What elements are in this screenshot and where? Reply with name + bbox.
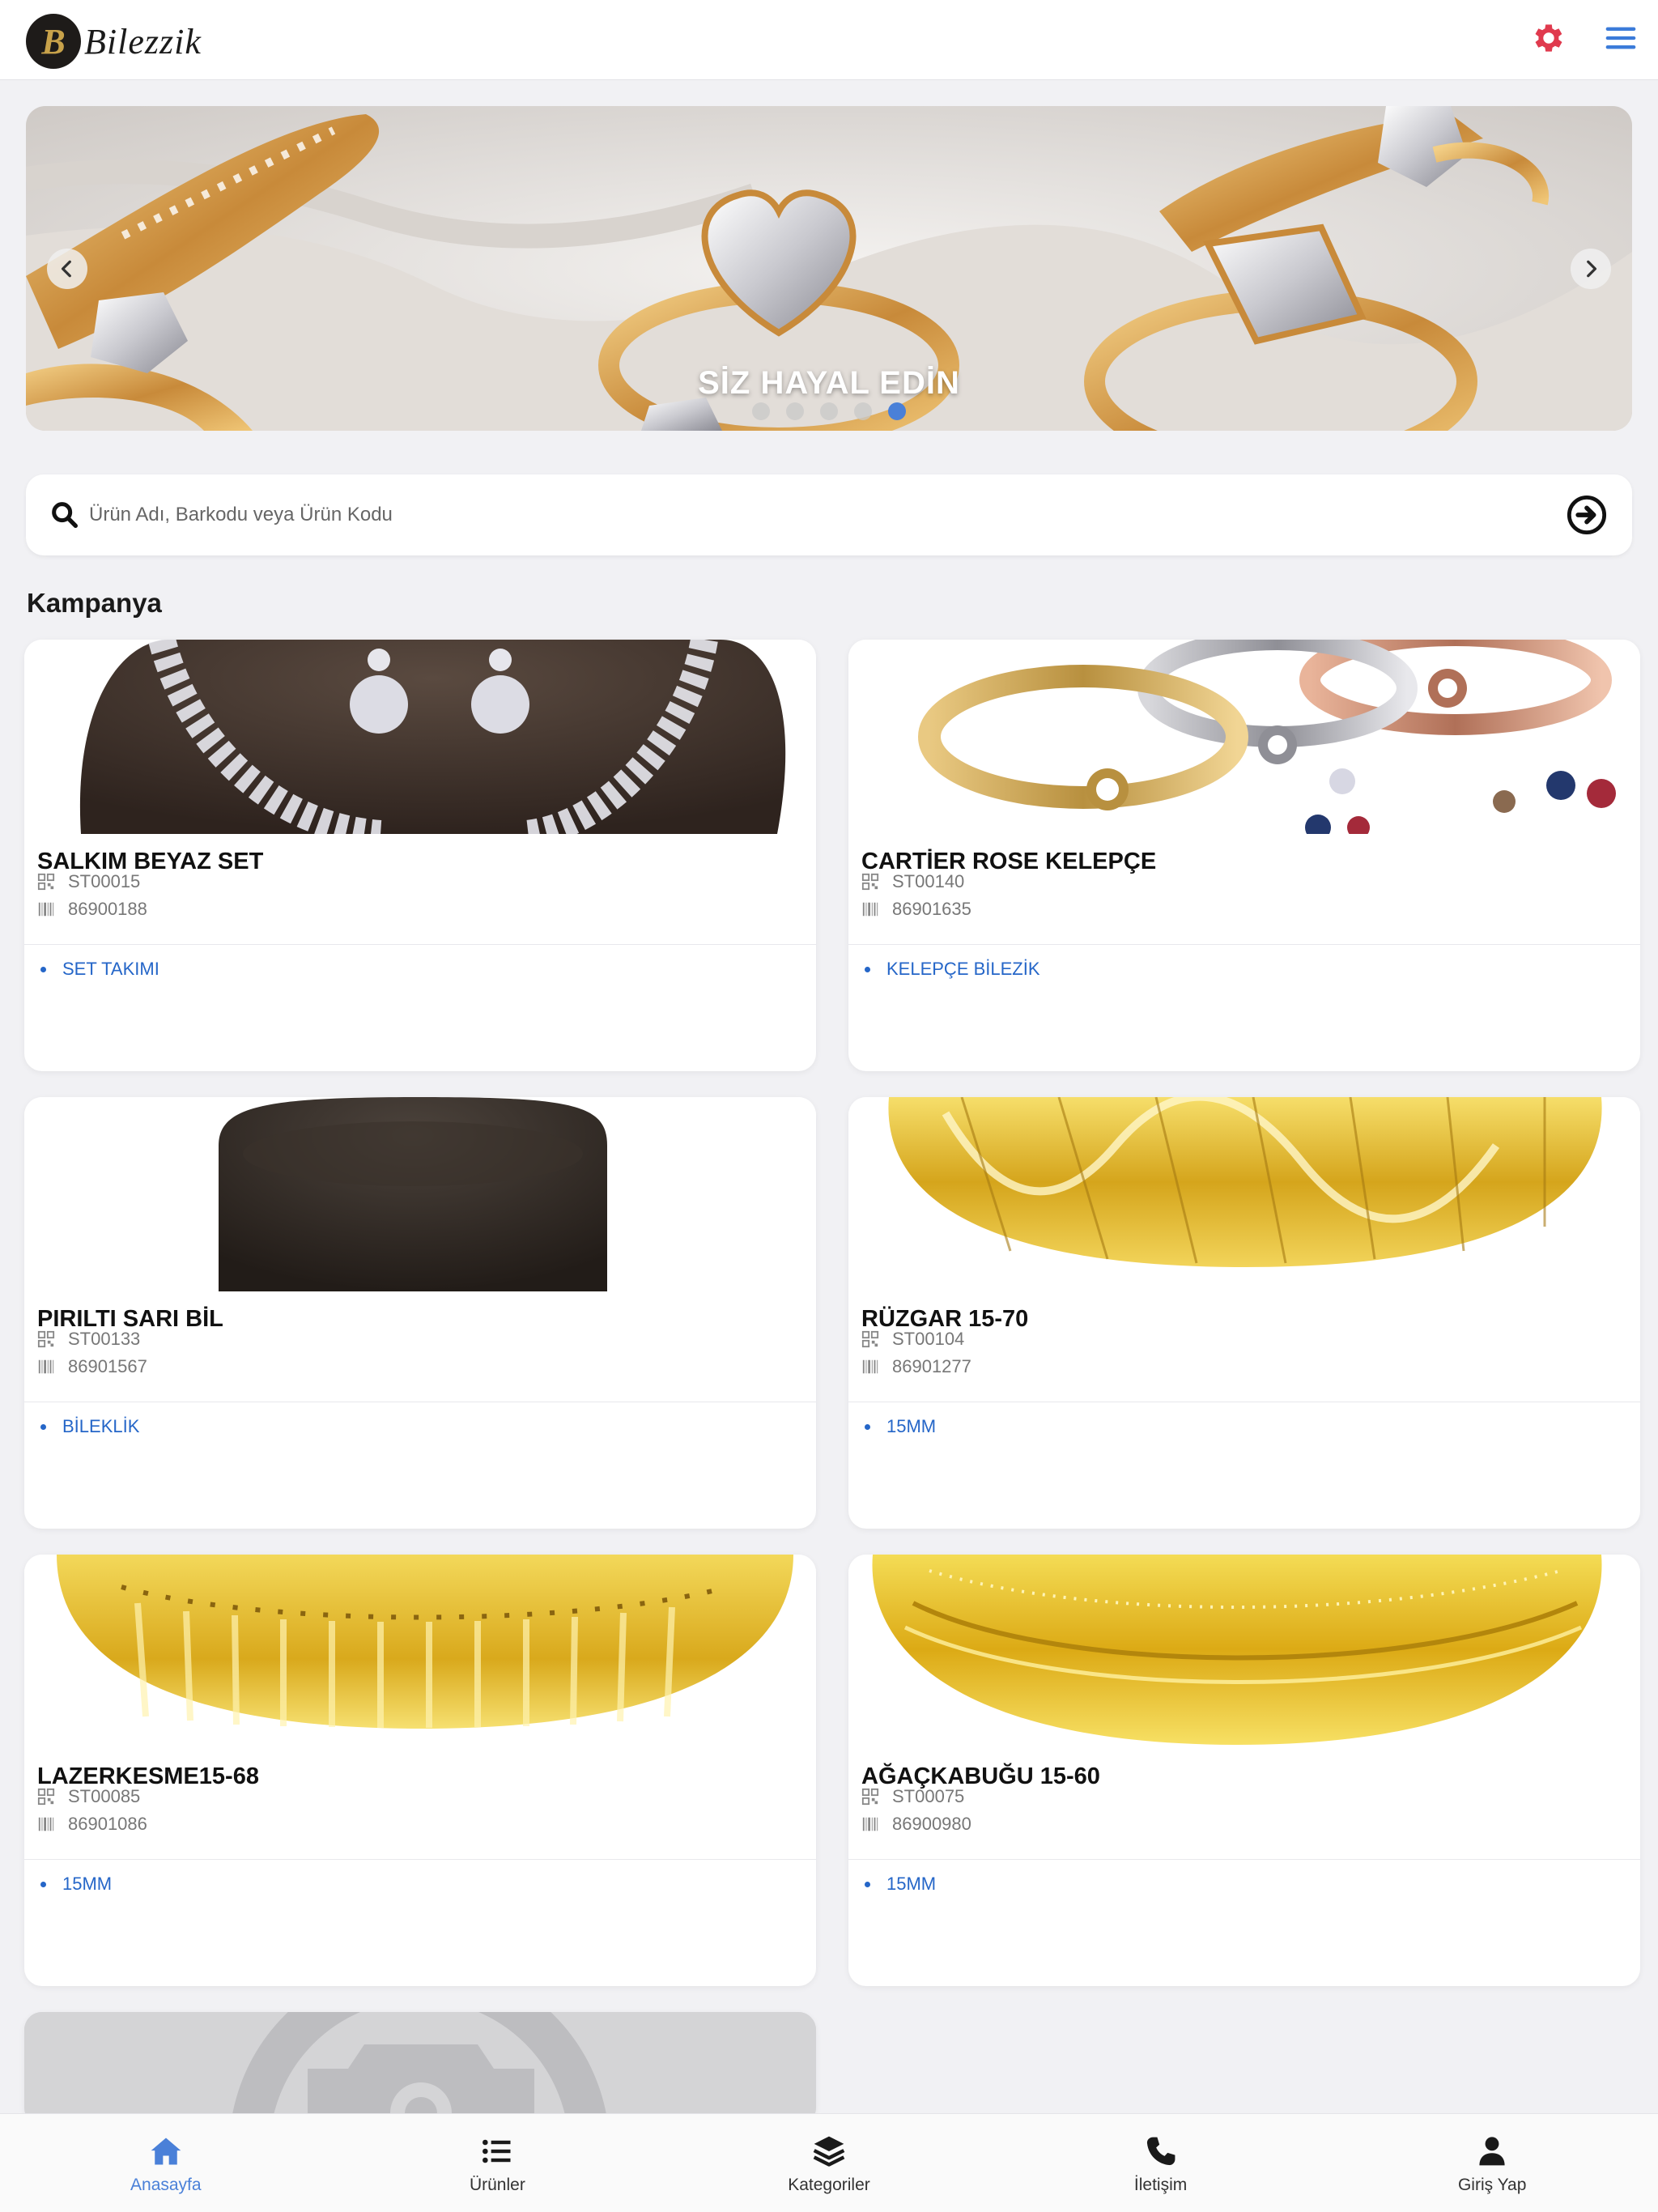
product-image <box>848 640 1640 834</box>
chevron-left-icon <box>61 260 71 278</box>
product-code: ST00133 <box>37 1327 140 1351</box>
nav-categories[interactable]: Kategoriler <box>663 2114 995 2212</box>
logo-mark: B <box>26 14 81 69</box>
barcode-icon <box>862 1359 878 1374</box>
product-card[interactable]: PIRILTI SARI BİL ST00133 86901567 BİLEKL… <box>24 1097 816 1529</box>
bullet-icon <box>865 966 870 972</box>
carousel-next-button[interactable] <box>1571 249 1611 289</box>
search-input[interactable] <box>89 489 1546 541</box>
bullet-icon <box>40 1423 46 1430</box>
product-image <box>24 1097 816 1291</box>
barcode-icon <box>38 1359 54 1374</box>
product-category-link[interactable]: BİLEKLİK <box>37 1416 139 1437</box>
carousel-dot[interactable] <box>854 402 872 420</box>
card-divider <box>24 1859 816 1860</box>
carousel-prev-button[interactable] <box>47 249 87 289</box>
product-image <box>24 1555 816 1749</box>
product-card[interactable]: CARTİER ROSE KELEPÇE ST00140 86901635 KE… <box>848 640 1640 1071</box>
barcode-icon <box>862 1817 878 1831</box>
user-icon <box>1479 2137 1505 2166</box>
nav-label: İletişim <box>1133 2176 1188 2194</box>
product-barcode: 86901635 <box>861 897 971 921</box>
product-barcode: 86900980 <box>861 1812 971 1836</box>
nav-label: Giriş Yap <box>1457 2176 1527 2194</box>
qr-code-icon <box>37 873 55 891</box>
nav-label: Kategoriler <box>788 2176 870 2194</box>
logo-text: Bilezzik <box>84 21 202 62</box>
card-divider <box>848 1859 1640 1860</box>
hamburger-menu-icon[interactable] <box>1605 19 1637 57</box>
product-image <box>848 1097 1640 1291</box>
qr-code-icon <box>861 873 879 891</box>
brand-logo[interactable]: B Bilezzik <box>26 13 202 70</box>
qr-code-icon <box>861 1330 879 1348</box>
product-category-link[interactable]: SET TAKIMI <box>37 959 159 980</box>
product-category-link[interactable]: 15MM <box>37 1874 112 1895</box>
product-category-link[interactable]: KELEPÇE BİLEZİK <box>861 959 1040 980</box>
hero-carousel[interactable]: SİZ HAYAL EDİN <box>26 106 1632 431</box>
bullet-icon <box>40 966 46 972</box>
nav-login[interactable]: Giriş Yap <box>1326 2114 1658 2212</box>
product-code: ST00140 <box>861 870 964 894</box>
arrow-circle-right-icon[interactable] <box>1566 494 1608 536</box>
search-bar <box>26 474 1632 555</box>
carousel-dot[interactable] <box>786 402 804 420</box>
product-barcode: 86901567 <box>37 1355 147 1379</box>
product-card[interactable]: AĞAÇKABUĞU 15-60 ST00075 86900980 15MM <box>848 1555 1640 1986</box>
card-divider <box>848 944 1640 945</box>
product-code: ST00104 <box>861 1327 964 1351</box>
nav-products[interactable]: Ürünler <box>332 2114 664 2212</box>
nav-contact[interactable]: İletişim <box>995 2114 1327 2212</box>
bullet-icon <box>40 1881 46 1887</box>
layers-icon <box>813 2136 845 2167</box>
bottom-navigation: Anasayfa Ürünler Kategoriler İletişim Gi… <box>0 2113 1658 2212</box>
bullet-icon <box>865 1423 870 1430</box>
qr-code-icon <box>861 1788 879 1806</box>
bullet-icon <box>865 1881 870 1887</box>
product-code: ST00015 <box>37 870 140 894</box>
product-image <box>848 1555 1640 1749</box>
chevron-right-icon <box>1587 260 1597 278</box>
section-title: Kampanya <box>27 588 162 618</box>
card-divider <box>24 944 816 945</box>
barcode-icon <box>862 902 878 917</box>
product-barcode: 86901277 <box>861 1355 971 1379</box>
barcode-icon <box>38 902 54 917</box>
product-card[interactable] <box>24 2012 816 2125</box>
nav-label: Ürünler <box>469 2176 525 2194</box>
camera-placeholder-icon <box>24 2012 816 2125</box>
qr-code-icon <box>37 1330 55 1348</box>
product-card[interactable]: RÜZGAR 15-70 ST00104 86901277 15MM <box>848 1097 1640 1529</box>
gear-icon[interactable] <box>1530 19 1567 57</box>
list-icon <box>483 2139 511 2163</box>
carousel-dot[interactable] <box>752 402 770 420</box>
product-barcode: 86900188 <box>37 897 147 921</box>
home-icon <box>151 2138 181 2165</box>
barcode-icon <box>38 1817 54 1831</box>
carousel-dot-active[interactable] <box>888 402 906 420</box>
banner-caption: SİZ HAYAL EDİN <box>698 365 960 401</box>
product-card[interactable]: LAZERKESME15-68 ST00085 86901086 15MM <box>24 1555 816 1986</box>
product-code: ST00085 <box>37 1784 140 1809</box>
product-barcode: 86901086 <box>37 1812 147 1836</box>
product-category-link[interactable]: 15MM <box>861 1416 936 1437</box>
product-card[interactable]: SALKIM BEYAZ SET ST00015 86900188 SET TA… <box>24 640 816 1071</box>
search-icon <box>52 502 79 528</box>
product-category-link[interactable]: 15MM <box>861 1874 936 1895</box>
carousel-dot[interactable] <box>820 402 838 420</box>
nav-label: Anasayfa <box>130 2176 202 2194</box>
qr-code-icon <box>37 1788 55 1806</box>
nav-home[interactable]: Anasayfa <box>0 2114 332 2212</box>
app-header: B Bilezzik <box>0 0 1658 80</box>
product-code: ST00075 <box>861 1784 964 1809</box>
carousel-indicators <box>26 402 1632 420</box>
product-image <box>24 640 816 834</box>
phone-icon <box>1146 2137 1175 2166</box>
